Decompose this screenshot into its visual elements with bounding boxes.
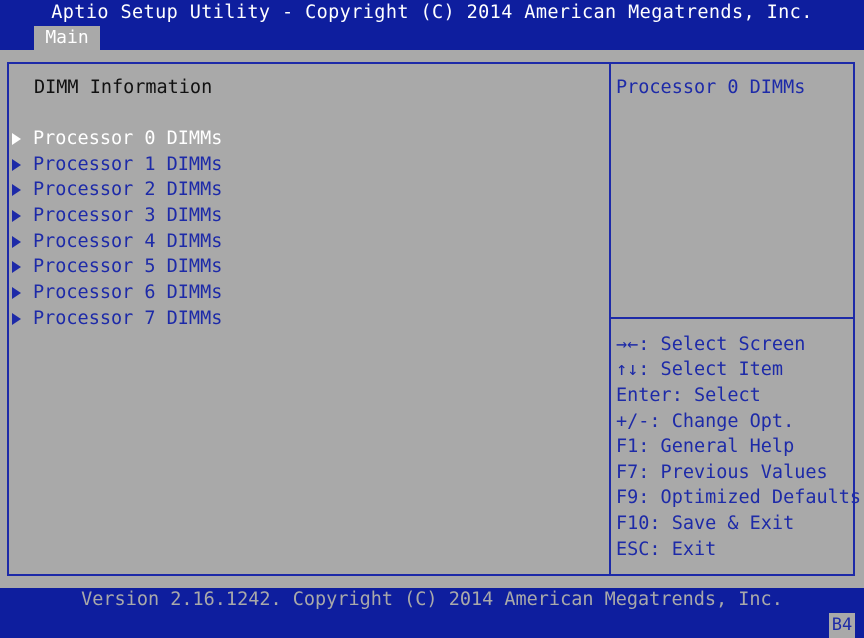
- menu-item-label: Processor 0 DIMMs: [33, 128, 223, 149]
- key-help-select-screen: →←: Select Screen: [616, 334, 806, 355]
- submenu-arrow-icon: [12, 261, 21, 273]
- key-help-select-item: ↑↓: Select Item: [616, 359, 784, 380]
- menu-item-label: Processor 7 DIMMs: [33, 308, 223, 329]
- menu-item-processor-3-dimms[interactable]: Processor 3 DIMMs: [12, 204, 222, 228]
- submenu-arrow-icon: [12, 210, 21, 222]
- section-title: DIMM Information: [34, 77, 213, 98]
- key-help-esc-exit: ESC: Exit: [616, 539, 717, 560]
- menu-item-processor-6-dimms[interactable]: Processor 6 DIMMs: [12, 281, 222, 305]
- menu-item-label: Processor 2 DIMMs: [33, 179, 223, 200]
- menu-item-processor-5-dimms[interactable]: Processor 5 DIMMs: [12, 255, 222, 279]
- menu-item-processor-4-dimms[interactable]: Processor 4 DIMMs: [12, 230, 222, 254]
- post-code-badge: B4: [829, 613, 855, 638]
- key-help-change-opt: +/-: Change Opt.: [616, 411, 795, 432]
- main-panel: DIMM Information Processor 0 DIMMs Proce…: [0, 50, 864, 588]
- menu-item-label: Processor 1 DIMMs: [33, 154, 223, 175]
- key-help-enter: Enter: Select: [616, 385, 761, 406]
- submenu-arrow-icon: [12, 313, 21, 325]
- key-help-general-help: F1: General Help: [616, 436, 795, 457]
- menu-item-processor-0-dimms[interactable]: Processor 0 DIMMs: [12, 127, 222, 151]
- menu-item-label: Processor 3 DIMMs: [33, 205, 223, 226]
- item-help-text: Processor 0 DIMMs: [616, 77, 806, 98]
- version-footer: Version 2.16.1242. Copyright (C) 2014 Am…: [81, 589, 783, 610]
- menu-item-label: Processor 6 DIMMs: [33, 282, 223, 303]
- help-divider: [611, 317, 853, 319]
- submenu-arrow-icon: [12, 133, 21, 145]
- panel-divider: [609, 62, 611, 576]
- app-title: Aptio Setup Utility - Copyright (C) 2014…: [51, 2, 813, 23]
- menu-item-processor-1-dimms[interactable]: Processor 1 DIMMs: [12, 153, 222, 177]
- submenu-arrow-icon: [12, 184, 21, 196]
- key-help-save-exit: F10: Save & Exit: [616, 513, 795, 534]
- key-help-optimized-defaults: F9: Optimized Defaults: [616, 487, 862, 508]
- submenu-arrow-icon: [12, 287, 21, 299]
- menu-item-processor-7-dimms[interactable]: Processor 7 DIMMs: [12, 307, 222, 331]
- menu-item-label: Processor 4 DIMMs: [33, 231, 223, 252]
- tab-main[interactable]: Main: [34, 26, 100, 50]
- menu-item-label: Processor 5 DIMMs: [33, 256, 223, 277]
- menu-item-processor-2-dimms[interactable]: Processor 2 DIMMs: [12, 178, 222, 202]
- submenu-arrow-icon: [12, 159, 21, 171]
- key-help-previous-values: F7: Previous Values: [616, 462, 828, 483]
- submenu-arrow-icon: [12, 236, 21, 248]
